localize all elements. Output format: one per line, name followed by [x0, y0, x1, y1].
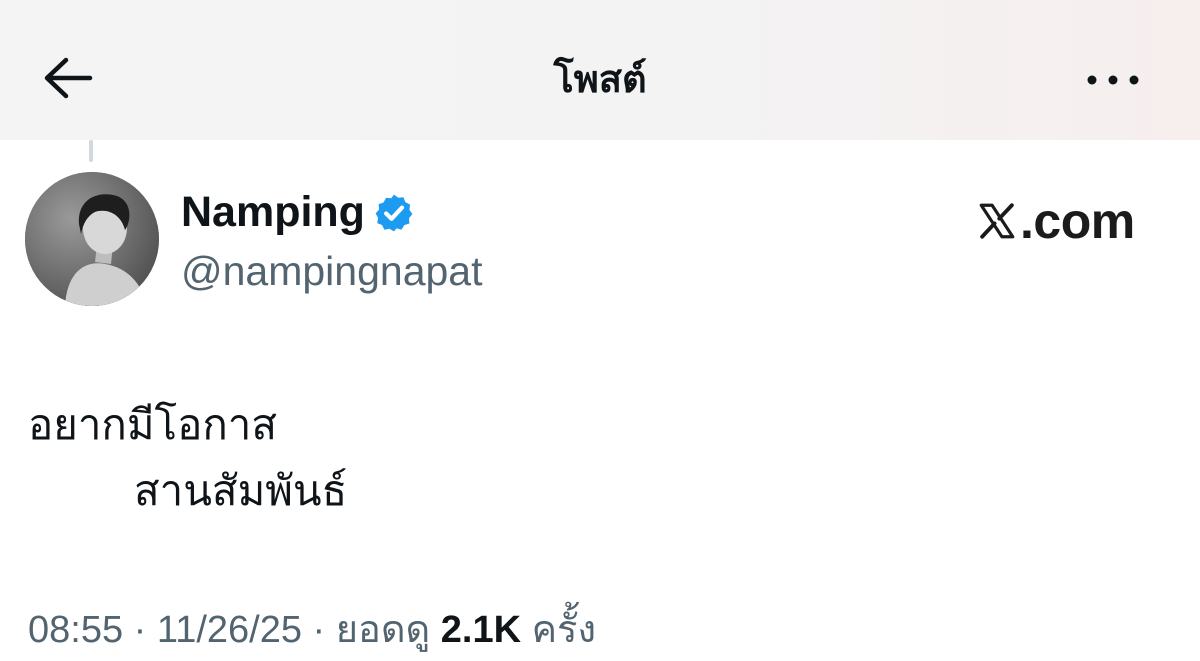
views-suffix: ครั้ง	[531, 607, 597, 651]
top-bar: โพสต์	[0, 0, 1200, 140]
author-handle[interactable]: @nampingnapat	[181, 248, 483, 295]
post-time[interactable]: 08:55	[28, 609, 123, 651]
post-meta: 08:55 · 11/26/25 · ยอดดู 2.1K ครั้ง	[28, 598, 596, 659]
post-text-line-1: อยากมีโอกาส	[28, 400, 277, 449]
x-logo-icon	[979, 203, 1015, 239]
x-com-watermark: .com	[976, 192, 1135, 250]
views-count[interactable]: 2.1K	[441, 609, 521, 651]
watermark-text: .com	[1020, 193, 1135, 249]
avatar-image	[25, 172, 159, 306]
thread-connector-line	[89, 140, 93, 162]
author-display-name: Namping	[181, 188, 365, 236]
avatar[interactable]	[25, 172, 159, 306]
more-options-button[interactable]	[1078, 58, 1148, 102]
post-text-line-2: สานสัมพันธ์	[134, 466, 348, 515]
views-label: ยอดดู	[335, 607, 431, 651]
page-title: โพสต์	[553, 57, 647, 101]
ellipsis-horizontal-icon	[1087, 75, 1139, 85]
post-date[interactable]: 11/26/25	[157, 609, 302, 651]
meta-separator: ·	[301, 609, 336, 651]
verified-badge-icon	[375, 194, 413, 231]
author-name[interactable]: Namping	[181, 188, 415, 237]
meta-separator: ·	[123, 609, 157, 651]
